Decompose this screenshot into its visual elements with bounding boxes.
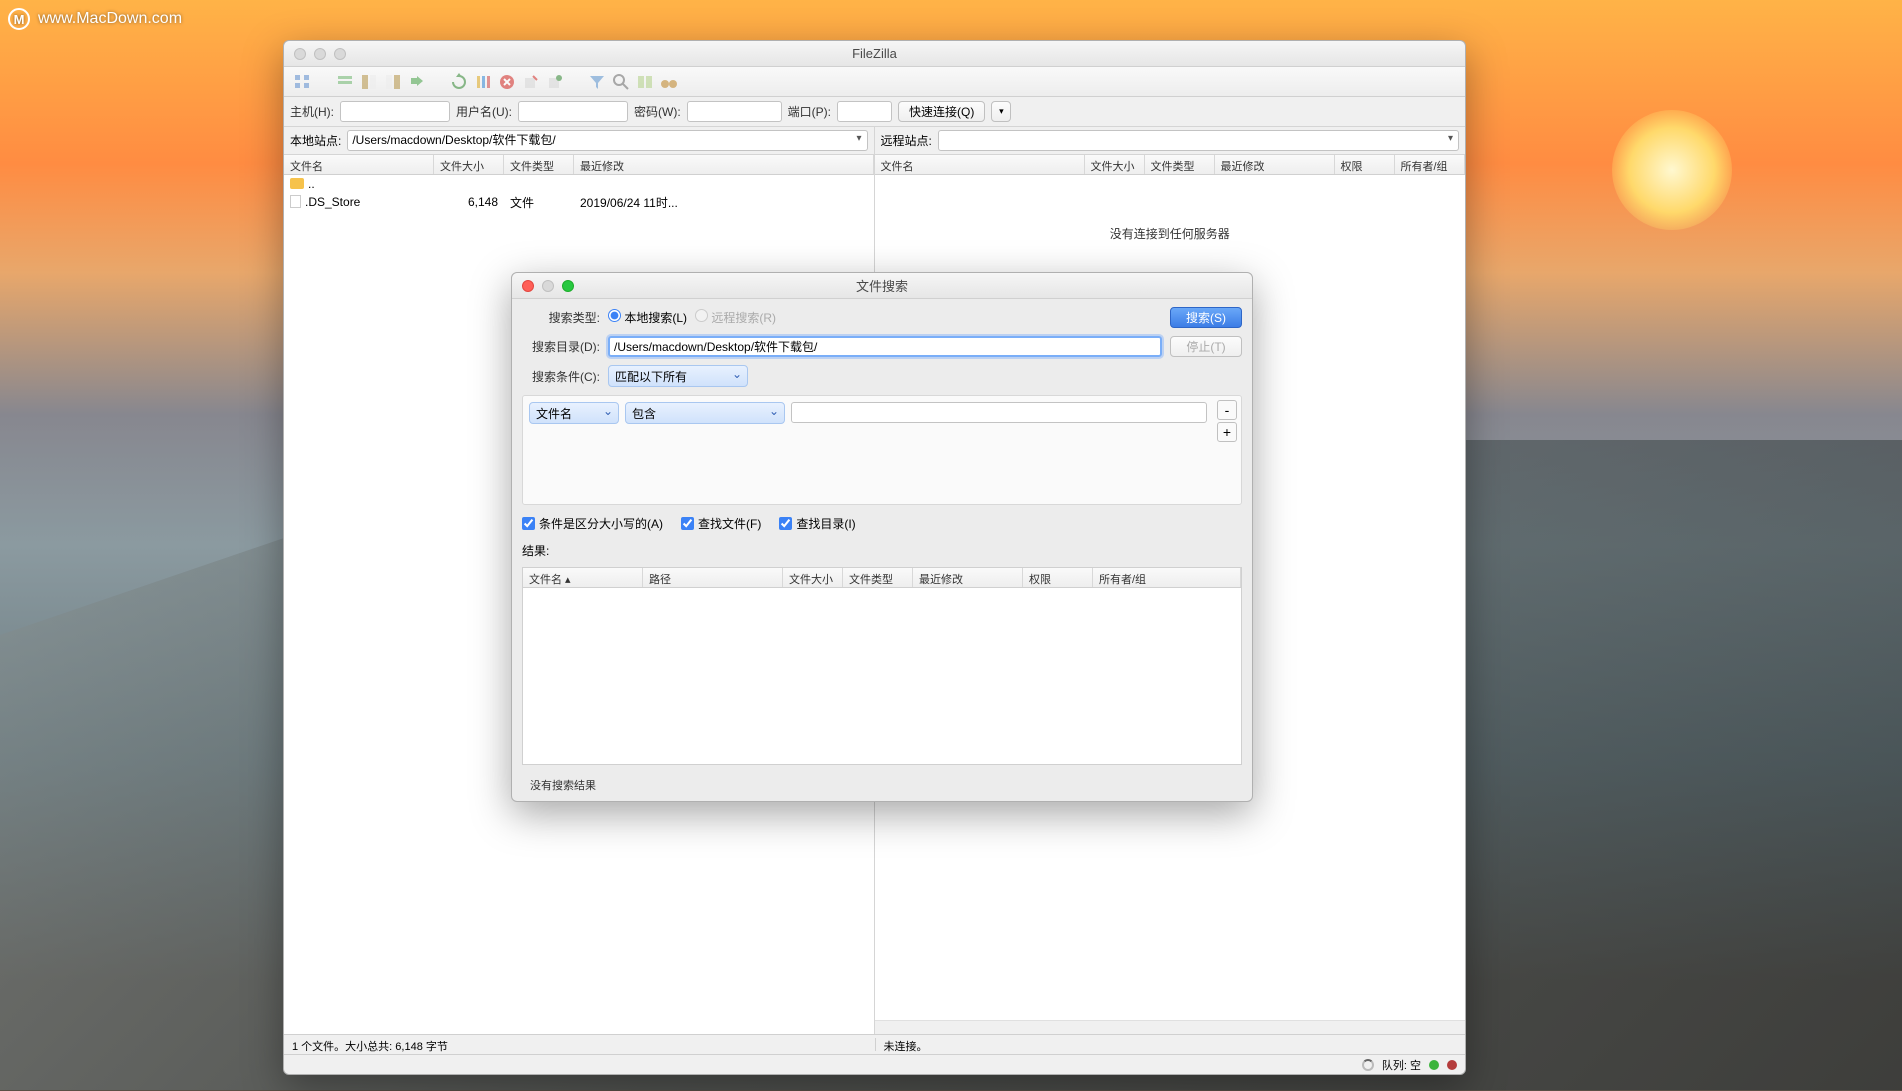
- search-icon[interactable]: [610, 71, 632, 93]
- user-label: 用户名(U):: [456, 103, 512, 120]
- status-dot-red-icon: [1447, 1060, 1457, 1070]
- search-dialog: 文件搜索 搜索类型: 本地搜索(L) 远程搜索(R) 搜索(S) 搜索目录(D)…: [511, 272, 1253, 802]
- port-label: 端口(P):: [788, 103, 831, 120]
- remote-status: 未连接。: [875, 1038, 1458, 1051]
- binoculars-icon[interactable]: [658, 71, 680, 93]
- toggle-local-tree-icon[interactable]: [358, 71, 380, 93]
- reconnect-icon[interactable]: [544, 71, 566, 93]
- search-cond-label: 搜索条件(C):: [522, 368, 600, 385]
- process-queue-icon[interactable]: [472, 71, 494, 93]
- refresh-icon[interactable]: [448, 71, 470, 93]
- remove-cond-button[interactable]: -: [1217, 400, 1237, 420]
- results-label: 结果:: [522, 542, 1242, 559]
- cond-value-input[interactable]: [791, 402, 1207, 423]
- queue-status: 队列: 空: [1382, 1057, 1421, 1073]
- window-title: FileZilla: [284, 46, 1465, 61]
- search-type-label: 搜索类型:: [522, 309, 600, 326]
- quickconnect-button[interactable]: 快速连接(Q): [898, 101, 985, 122]
- search-title: 文件搜索: [512, 276, 1252, 295]
- toggle-queue-icon[interactable]: [406, 71, 428, 93]
- host-label: 主机(H):: [290, 103, 334, 120]
- user-input[interactable]: [518, 101, 628, 122]
- toggle-remote-tree-icon[interactable]: [382, 71, 404, 93]
- list-item: .DS_Store 6,148 文件 2019/06/24 11时...: [284, 193, 874, 211]
- quickconnect-bar: 主机(H): 用户名(U): 密码(W): 端口(P): 快速连接(Q) ▾: [284, 97, 1465, 127]
- conditions-box: 文件名 包含 - +: [522, 395, 1242, 505]
- cond-op-select[interactable]: 包含: [625, 402, 785, 424]
- search-button[interactable]: 搜索(S): [1170, 307, 1242, 328]
- no-results-text: 没有搜索结果: [522, 773, 1242, 797]
- local-site-label: 本地站点:: [290, 132, 341, 149]
- site-manager-icon[interactable]: [292, 71, 314, 93]
- find-files-checkbox[interactable]: 查找文件(F): [681, 515, 761, 532]
- password-label: 密码(W):: [634, 103, 681, 120]
- cancel-icon[interactable]: [496, 71, 518, 93]
- folder-icon: [290, 178, 304, 189]
- disconnect-icon[interactable]: [520, 71, 542, 93]
- watermark: M www.MacDown.com: [8, 8, 182, 30]
- results-list[interactable]: 文件名 ▴ 路径 文件大小 文件类型 最近修改 权限 所有者/组: [522, 567, 1242, 765]
- footer-bar: 队列: 空: [284, 1054, 1465, 1074]
- toolbar: [284, 67, 1465, 97]
- local-path-combo[interactable]: /Users/macdown/Desktop/软件下载包/: [347, 130, 867, 151]
- status-dot-green-icon: [1429, 1060, 1439, 1070]
- file-icon: [290, 195, 301, 208]
- search-dir-input[interactable]: [608, 336, 1162, 357]
- filter-icon[interactable]: [586, 71, 608, 93]
- port-input[interactable]: [837, 101, 892, 122]
- activity-icon: [1362, 1059, 1374, 1071]
- match-mode-select[interactable]: 匹配以下所有: [608, 365, 748, 387]
- status-bar: 1 个文件。大小总共: 6,148 字节 未连接。: [284, 1034, 1465, 1054]
- remote-search-radio[interactable]: 远程搜索(R): [695, 309, 776, 326]
- remote-columns[interactable]: 文件名 文件大小 文件类型 最近修改 权限 所有者/组: [875, 155, 1466, 175]
- find-dirs-checkbox[interactable]: 查找目录(I): [779, 515, 855, 532]
- remote-site-label: 远程站点:: [881, 132, 932, 149]
- compare-icon[interactable]: [634, 71, 656, 93]
- main-titlebar[interactable]: FileZilla: [284, 41, 1465, 67]
- cond-field-select[interactable]: 文件名: [529, 402, 619, 424]
- remote-scrollbar[interactable]: [875, 1020, 1466, 1034]
- case-sensitive-checkbox[interactable]: 条件是区分大小写的(A): [522, 515, 663, 532]
- stop-button[interactable]: 停止(T): [1170, 336, 1242, 357]
- password-input[interactable]: [687, 101, 782, 122]
- watermark-url: www.MacDown.com: [38, 10, 182, 28]
- search-titlebar[interactable]: 文件搜索: [512, 273, 1252, 299]
- local-search-radio[interactable]: 本地搜索(L): [608, 309, 687, 326]
- site-logo-icon: M: [8, 8, 30, 30]
- list-item: ..: [284, 175, 874, 193]
- remote-path-combo[interactable]: [938, 130, 1459, 151]
- search-dir-label: 搜索目录(D):: [522, 338, 600, 355]
- toggle-log-icon[interactable]: [334, 71, 356, 93]
- quickconnect-history-dropdown[interactable]: ▾: [991, 101, 1011, 122]
- local-status: 1 个文件。大小总共: 6,148 字节: [292, 1038, 875, 1051]
- local-columns[interactable]: 文件名 文件大小 文件类型 最近修改: [284, 155, 874, 175]
- add-cond-button[interactable]: +: [1217, 422, 1237, 442]
- host-input[interactable]: [340, 101, 450, 122]
